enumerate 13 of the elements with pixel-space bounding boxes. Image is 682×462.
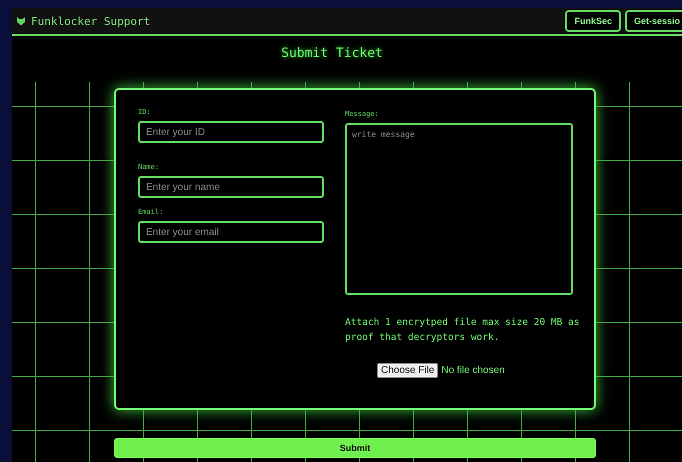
input-field[interactable]: Enter your ID	[138, 121, 324, 143]
fox-icon	[16, 16, 26, 26]
choose-file-button[interactable]: Choose File	[377, 363, 438, 378]
submit-button[interactable]: Submit	[114, 438, 596, 458]
input-field[interactable]: Enter your name	[138, 176, 324, 198]
attach-note: Attach 1 encrytped file max size 20 MB as proof that decryptors work.	[345, 316, 580, 345]
site-title: Funklocker Support	[31, 14, 150, 28]
input-field[interactable]: Enter your email	[138, 221, 324, 243]
page-title: Submit Ticket	[281, 46, 383, 61]
nav-button[interactable]: FunkSec	[565, 10, 621, 32]
nav-button[interactable]: Get-sessio	[624, 10, 682, 32]
file-status: No file chosen	[441, 365, 505, 376]
message-field[interactable]: write message	[345, 123, 573, 295]
